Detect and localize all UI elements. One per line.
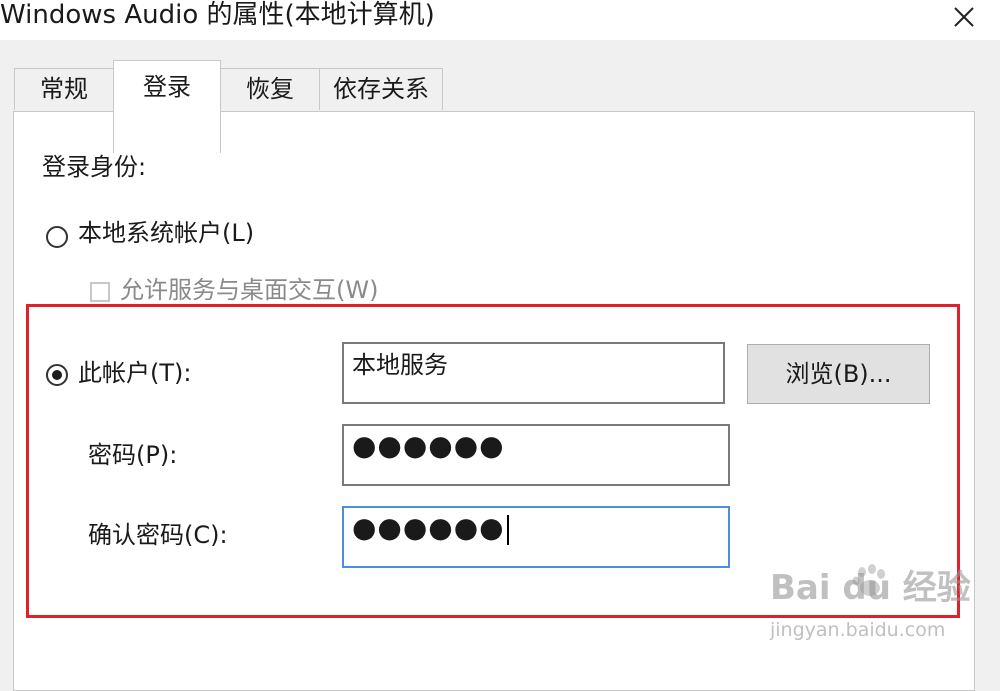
- local-system-label: 本地系统帐户(L): [78, 219, 255, 247]
- local-system-radio[interactable]: [46, 226, 68, 248]
- logon-form: 登录身份: 本地系统帐户(L) 允许服务与桌面交互(W) 此帐户(T): 本地服…: [0, 0, 1000, 674]
- text-caret: [506, 515, 509, 545]
- interact-desktop-label: 允许服务与桌面交互(W): [120, 276, 379, 304]
- interact-desktop-checkbox[interactable]: [90, 282, 110, 302]
- this-account-radio[interactable]: [46, 364, 68, 386]
- account-name-input[interactable]: 本地服务: [342, 342, 725, 404]
- confirm-password-input[interactable]: ●●●●●●: [342, 506, 730, 568]
- password-value: ●●●●●●: [352, 429, 505, 462]
- logon-as-label: 登录身份:: [42, 153, 147, 181]
- browse-button[interactable]: 浏览(B)...: [747, 344, 930, 404]
- this-account-label: 此帐户(T):: [78, 359, 192, 387]
- password-input[interactable]: ●●●●●●: [342, 424, 730, 486]
- confirm-password-value: ●●●●●●: [352, 511, 505, 544]
- password-label: 密码(P):: [88, 441, 178, 469]
- confirm-password-label: 确认密码(C):: [88, 521, 228, 549]
